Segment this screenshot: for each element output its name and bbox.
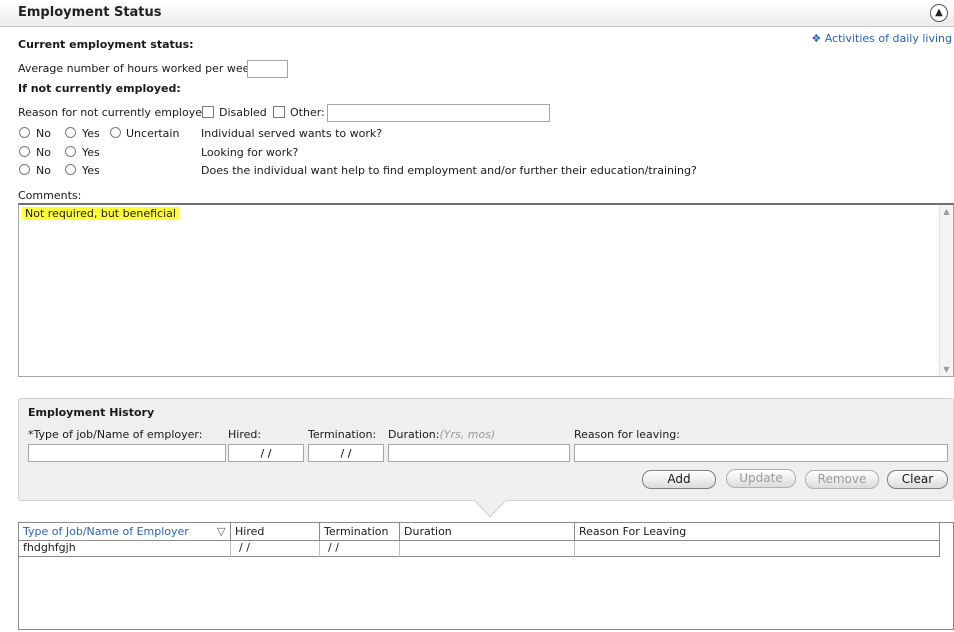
reason-leaving-label: Reason for leaving: bbox=[574, 428, 680, 441]
comments-label: Comments: bbox=[18, 189, 82, 202]
remove-button[interactable]: Remove bbox=[805, 470, 879, 489]
cell-termination: / / bbox=[320, 541, 400, 557]
column-header-hired[interactable]: Hired bbox=[231, 523, 320, 541]
q3-no-radio[interactable] bbox=[19, 164, 30, 175]
termination-label: Termination: bbox=[308, 428, 377, 441]
update-button[interactable]: Update bbox=[726, 469, 796, 488]
cell-job: fhdghfgjh bbox=[19, 541, 231, 557]
q2-yes-label: Yes bbox=[82, 146, 100, 159]
chevron-up-circle-icon: ▲ bbox=[935, 7, 943, 18]
q3-yes-label: Yes bbox=[82, 164, 100, 177]
hired-label: Hired: bbox=[228, 428, 262, 441]
hired-input[interactable] bbox=[228, 444, 304, 462]
not-employed-label: If not currently employed: bbox=[18, 82, 181, 95]
q2-yes-radio[interactable] bbox=[65, 146, 76, 157]
adl-link-label: Activities of daily living bbox=[824, 32, 952, 45]
q1-text: Individual served wants to work? bbox=[201, 127, 383, 140]
hours-input[interactable] bbox=[247, 60, 288, 78]
column-header-duration[interactable]: Duration bbox=[400, 523, 575, 541]
q1-uncertain-label: Uncertain bbox=[126, 127, 180, 140]
filter-icon[interactable]: ▽ bbox=[217, 525, 225, 538]
duration-input[interactable] bbox=[388, 444, 570, 462]
reason-leaving-input[interactable] bbox=[574, 444, 948, 462]
cell-duration bbox=[400, 541, 575, 557]
column-header-termination[interactable]: Termination bbox=[320, 523, 400, 541]
diamond-icon: ❖ bbox=[811, 32, 822, 45]
other-input[interactable] bbox=[327, 104, 550, 122]
q3-yes-radio[interactable] bbox=[65, 164, 76, 175]
clear-button[interactable]: Clear bbox=[887, 470, 948, 489]
cell-reason bbox=[575, 541, 940, 557]
q2-text: Looking for work? bbox=[201, 146, 299, 159]
q2-no-radio[interactable] bbox=[19, 146, 30, 157]
panel-pointer-arrow bbox=[474, 500, 506, 518]
job-label: *Type of job/Name of employer: bbox=[28, 428, 203, 441]
q3-no-label: No bbox=[36, 164, 51, 177]
disabled-checkbox[interactable] bbox=[202, 106, 214, 118]
history-title: Employment History bbox=[28, 406, 155, 419]
scroll-down-icon[interactable]: ▼ bbox=[940, 365, 953, 374]
q1-no-radio[interactable] bbox=[19, 127, 30, 138]
grid-divider bbox=[939, 523, 940, 557]
scroll-up-icon[interactable]: ▲ bbox=[940, 207, 953, 216]
q1-yes-label: Yes bbox=[82, 127, 100, 140]
comments-textarea[interactable]: Not required, but beneficial ▲ ▼ bbox=[18, 203, 954, 377]
duration-label-text: Duration: bbox=[388, 428, 440, 441]
adl-link[interactable]: ❖ Activities of daily living bbox=[811, 32, 952, 45]
comments-scrollbar[interactable]: ▲ ▼ bbox=[939, 205, 953, 376]
other-checkbox[interactable] bbox=[273, 106, 285, 118]
job-input[interactable] bbox=[28, 444, 226, 462]
column-header-reason[interactable]: Reason For Leaving bbox=[575, 523, 940, 541]
termination-input[interactable] bbox=[308, 444, 384, 462]
q3-text: Does the individual want help to find em… bbox=[201, 164, 697, 177]
q1-uncertain-radio[interactable] bbox=[110, 127, 121, 138]
reason-label: Reason for not currently employed: bbox=[18, 106, 213, 119]
hours-label: Average number of hours worked per week: bbox=[18, 62, 260, 75]
collapse-button[interactable]: ▲ bbox=[930, 4, 948, 22]
disabled-label: Disabled bbox=[219, 106, 267, 119]
q2-no-label: No bbox=[36, 146, 51, 159]
other-label: Other: bbox=[290, 106, 325, 119]
q1-no-label: No bbox=[36, 127, 51, 140]
employment-history-panel: Employment History *Type of job/Name of … bbox=[18, 398, 954, 501]
comments-text: Not required, but beneficial bbox=[22, 207, 179, 220]
add-button[interactable]: Add bbox=[642, 470, 716, 489]
duration-label: Duration:(Yrs, mos) bbox=[388, 428, 495, 441]
page-title: Employment Status bbox=[18, 5, 162, 20]
column-header-job[interactable]: Type of Job/Name of Employer bbox=[19, 523, 231, 541]
grid-header: Type of Job/Name of Employer ▽ Hired Ter… bbox=[19, 523, 940, 541]
current-status-label: Current employment status: bbox=[18, 38, 194, 51]
q1-yes-radio[interactable] bbox=[65, 127, 76, 138]
employment-history-grid: Type of Job/Name of Employer ▽ Hired Ter… bbox=[18, 522, 954, 630]
duration-hint: (Yrs, mos) bbox=[439, 428, 496, 441]
cell-hired: / / bbox=[231, 541, 320, 557]
